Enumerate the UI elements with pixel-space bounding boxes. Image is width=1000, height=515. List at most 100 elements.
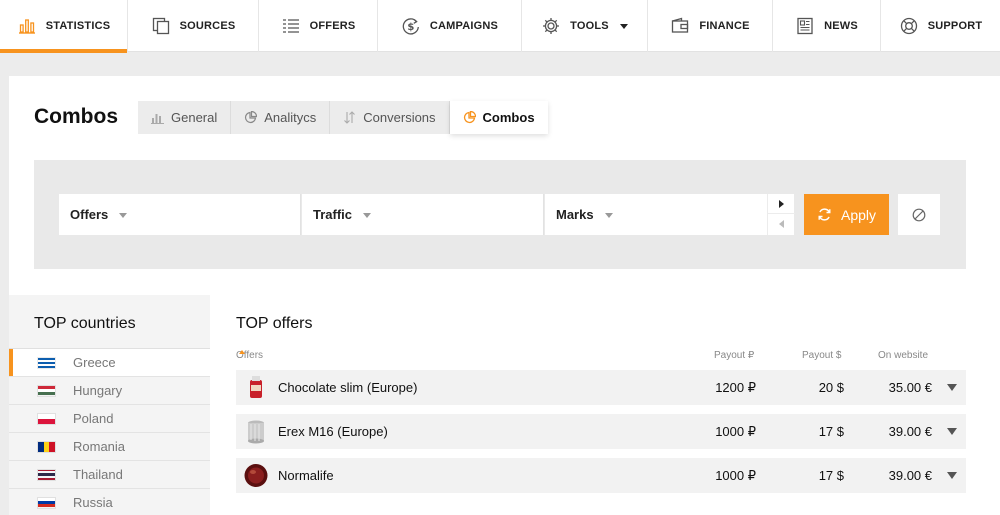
filter-panel: Offers Traffic Marks Apply [34, 160, 966, 269]
nav-label: SOURCES [179, 20, 236, 32]
column-header-payout-rub[interactable]: Payout ₽ [714, 350, 754, 361]
country-item-poland[interactable]: Poland [9, 405, 210, 433]
offers-filter[interactable]: Offers [59, 194, 301, 235]
offer-thumbnail [244, 370, 268, 405]
offer-on-website: 39.00 € [888, 468, 932, 483]
offer-on-website: 35.00 € [888, 380, 932, 395]
page-title: Combos [34, 105, 118, 128]
offer-payout-usd: 20 $ [818, 380, 844, 395]
offer-thumbnail [244, 458, 268, 493]
nav-statistics[interactable]: STATISTICS [0, 0, 128, 53]
lifebuoy-icon [899, 16, 919, 36]
nav-tools[interactable]: TOOLS [522, 0, 648, 52]
bar-chart-icon [151, 114, 164, 124]
nav-label: NEWS [824, 20, 858, 32]
nav-label: OFFERS [309, 20, 356, 32]
offer-payout-usd: 17 $ [818, 468, 844, 483]
nav-news[interactable]: NEWS [773, 0, 881, 52]
nav-campaigns[interactable]: $ CAMPAIGNS [378, 0, 522, 52]
country-name: Hungary [73, 383, 123, 398]
tab-general[interactable]: General [138, 101, 232, 134]
nav-offers[interactable]: OFFERS [259, 0, 378, 52]
filter-label: Marks [556, 207, 594, 222]
tab-label: Conversions [363, 110, 436, 125]
filter-scroll-control [767, 194, 795, 235]
table-row[interactable]: Erex M16 (Europe) 1000 ₽ 17 $ 39.00 € [236, 414, 966, 449]
tab-bar: General Analitycs Conversions Combos [138, 101, 548, 134]
country-item-romania[interactable]: Romania [9, 433, 210, 461]
offers-table-header: Offers Payout ₽ Payout $ On website [236, 350, 966, 364]
filter-label: Offers [70, 207, 109, 222]
top-offers-title: TOP offers [236, 315, 313, 332]
country-item-greece[interactable]: Greece [9, 349, 210, 377]
expand-row-button[interactable] [947, 458, 957, 493]
pie-chart-icon [245, 111, 258, 124]
main-card: Combos General Analitycs Conversions Com… [9, 76, 1000, 515]
country-name: Romania [73, 439, 126, 454]
svg-text:$: $ [407, 22, 414, 33]
flag-greece-icon [37, 356, 56, 369]
nav-sources[interactable]: SOURCES [128, 0, 259, 52]
chevron-down-icon [947, 384, 957, 391]
top-countries-title: TOP countries [34, 315, 136, 332]
scroll-left-button[interactable] [768, 214, 795, 234]
offer-payout-rub: 1000 ₽ [715, 423, 756, 439]
traffic-filter[interactable]: Traffic [302, 194, 544, 235]
apply-label: Apply [840, 206, 877, 223]
expand-row-button[interactable] [947, 370, 957, 405]
apply-button[interactable]: Apply [804, 194, 889, 235]
tab-label: Analitycs [264, 110, 317, 125]
chevron-down-icon [947, 428, 957, 435]
offer-payout-rub: 1000 ₽ [715, 467, 756, 483]
chevron-down-icon [119, 212, 128, 218]
offer-name: Chocolate slim (Europe) [278, 380, 418, 395]
flag-thailand-icon [37, 468, 56, 481]
top-nav: STATISTICS SOURCES OFFERS $ CAMPAIGNS TO… [0, 0, 1000, 53]
tab-label: General [171, 110, 218, 125]
column-header-payout-usd[interactable]: Payout $ [802, 350, 841, 361]
country-name: Russia [73, 495, 113, 510]
newspaper-icon [795, 16, 815, 36]
sort-asc-icon [239, 350, 245, 354]
wallet-icon [670, 16, 690, 36]
expand-row-button[interactable] [947, 414, 957, 449]
list-icon [281, 16, 301, 36]
country-name: Poland [73, 411, 114, 426]
table-row[interactable]: Normalife 1000 ₽ 17 $ 39.00 € [236, 458, 966, 493]
offer-name: Normalife [278, 468, 334, 483]
copy-icon [151, 16, 171, 36]
marks-filter[interactable]: Marks [545, 194, 767, 235]
chevron-right-icon [779, 199, 784, 208]
country-item-russia[interactable]: Russia [9, 489, 210, 515]
country-item-hungary[interactable]: Hungary [9, 377, 210, 405]
nav-support[interactable]: SUPPORT [881, 0, 1000, 52]
tab-combos[interactable]: Combos [449, 101, 548, 134]
table-row[interactable]: Chocolate slim (Europe) 1200 ₽ 20 $ 35.0… [236, 370, 966, 405]
sort-icon [344, 111, 356, 124]
country-item-thailand[interactable]: Thailand [9, 461, 210, 489]
column-header-on-website[interactable]: On website [878, 350, 928, 361]
flag-hungary-icon [37, 384, 56, 397]
nav-finance[interactable]: FINANCE [648, 0, 773, 52]
tab-label: Combos [482, 110, 535, 125]
tab-conversions[interactable]: Conversions [330, 101, 450, 134]
nav-label: CAMPAIGNS [429, 20, 499, 32]
pie-chart-icon [463, 111, 476, 124]
offer-payout-usd: 17 $ [818, 424, 844, 439]
refresh-icon [818, 208, 831, 221]
country-list: Greece Hungary Poland Romania Thailand R… [9, 348, 210, 515]
reset-button[interactable] [898, 194, 940, 235]
top-countries-panel: TOP countries Greece Hungary Poland Roma… [9, 295, 210, 515]
country-name: Thailand [73, 467, 123, 482]
tab-analitycs[interactable]: Analitycs [231, 101, 331, 134]
nav-label: STATISTICS [45, 20, 111, 32]
offer-on-website: 39.00 € [888, 424, 932, 439]
block-icon [912, 208, 926, 221]
bar-chart-icon [17, 16, 37, 36]
flag-poland-icon [37, 412, 56, 425]
offer-payout-rub: 1200 ₽ [715, 379, 756, 395]
nav-label: FINANCE [699, 20, 750, 32]
scroll-right-button[interactable] [768, 194, 795, 214]
filter-label: Traffic [313, 207, 353, 222]
chevron-down-icon [947, 472, 957, 479]
